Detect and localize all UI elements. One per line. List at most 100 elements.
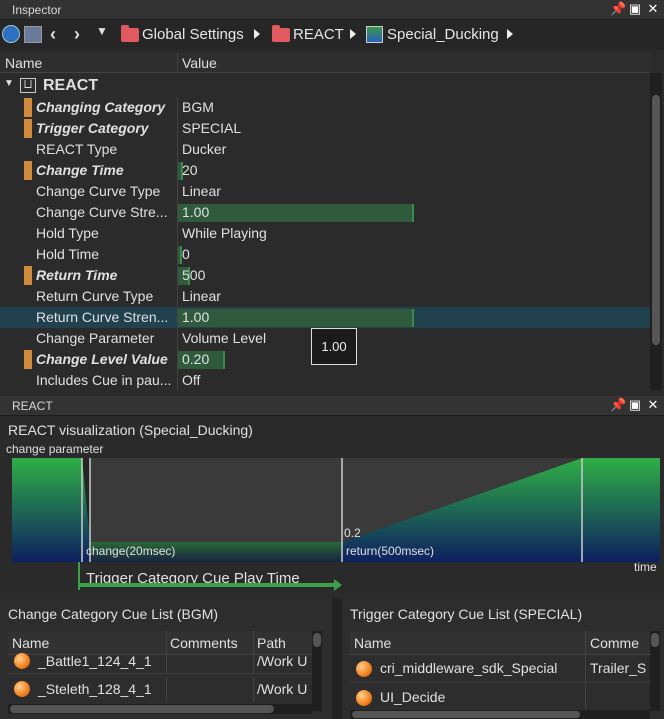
cue-icon: [356, 661, 372, 677]
property-value[interactable]: 500: [182, 267, 205, 283]
property-name: REACT Type: [36, 141, 118, 157]
y-axis-label: change parameter: [6, 442, 104, 456]
property-name: Return Curve Stren...: [36, 309, 169, 325]
value-column-header[interactable]: Value: [182, 55, 217, 71]
inspector-title: Inspector: [12, 3, 62, 17]
property-value[interactable]: Ducker: [182, 141, 226, 157]
breadcrumb-separator-icon[interactable]: [254, 29, 260, 39]
table-row[interactable]: _Steleth_128_4_1 /Work U: [8, 676, 312, 702]
property-name: Change Parameter: [36, 330, 155, 346]
property-value[interactable]: Linear: [182, 183, 221, 199]
modified-marker: [24, 350, 32, 369]
property-name: Return Curve Type: [36, 288, 154, 304]
cue-icon: [14, 653, 30, 669]
react-item-icon: [366, 26, 383, 43]
scrollbar-thumb[interactable]: [652, 95, 660, 345]
change-list-hscrollbar[interactable]: [8, 704, 312, 714]
property-name: Changing Category: [36, 99, 166, 115]
property-name: Change Time: [36, 162, 124, 178]
property-name: Return Time: [36, 267, 118, 283]
inspector-scrollbar[interactable]: [650, 73, 662, 390]
property-grid-header: Name Value: [0, 53, 650, 73]
value-bar[interactable]: [178, 309, 414, 327]
property-name: Hold Time: [36, 246, 100, 262]
back-icon[interactable]: ‹: [50, 24, 56, 45]
property-row[interactable]: Hold Type While Playing: [0, 223, 650, 244]
forward-icon[interactable]: ›: [74, 24, 80, 45]
property-name: Change Curve Stre...: [36, 204, 168, 220]
table-row[interactable]: _Battle1_124_4_1 /Work U: [8, 648, 312, 674]
property-name: Change Level Value: [36, 351, 168, 367]
name-column-header[interactable]: Name: [5, 55, 42, 71]
close-icon[interactable]: ✕: [646, 398, 660, 412]
react-panel-title: REACT: [12, 399, 53, 413]
change-time-label: change(20msec): [86, 544, 176, 558]
property-row[interactable]: Change Time 20: [0, 160, 650, 181]
close-icon[interactable]: ✕: [646, 2, 660, 16]
property-row[interactable]: Trigger Category SPECIAL: [0, 118, 650, 139]
property-row[interactable]: Hold Time 0: [0, 244, 650, 265]
breadcrumb-separator-icon[interactable]: [507, 29, 513, 39]
maximize-icon[interactable]: ▣: [628, 398, 642, 412]
property-row[interactable]: Change Curve Type Linear: [0, 181, 650, 202]
trigger-list-header: Name Comme: [350, 631, 650, 655]
property-value[interactable]: While Playing: [182, 225, 267, 241]
property-value[interactable]: 20: [182, 162, 198, 178]
table-row[interactable]: cri_middleware_sdk_Special Trailer_S: [350, 655, 650, 683]
navigation-bar: ‹ › ▼ Global Settings REACT Special_Duck…: [0, 20, 664, 50]
breadcrumb-react[interactable]: REACT: [293, 26, 344, 43]
change-list-vscrollbar[interactable]: [312, 631, 322, 711]
cue-name: cri_middleware_sdk_Special: [380, 660, 558, 676]
trigger-list-title: Trigger Category Cue List (SPECIAL): [350, 606, 583, 622]
maximize-icon[interactable]: ▣: [628, 2, 642, 16]
pin-icon[interactable]: 📌: [610, 2, 626, 16]
property-row[interactable]: Changing Category BGM: [0, 97, 650, 118]
table-row[interactable]: UI_Decide: [350, 684, 650, 712]
column-header-name[interactable]: Name: [354, 635, 391, 651]
breadcrumb-special-ducking[interactable]: Special_Ducking: [387, 26, 499, 43]
expand-arrow-icon[interactable]: ▼: [4, 78, 14, 89]
save-icon[interactable]: [24, 26, 42, 43]
level-value-label: 0.2: [344, 526, 361, 540]
breadcrumb-global-settings[interactable]: Global Settings: [142, 26, 244, 43]
change-cue-list-panel: Change Category Cue List (BGM) Name Comm…: [0, 598, 332, 719]
property-name: Change Curve Type: [36, 183, 161, 199]
dropdown-icon[interactable]: ▼: [96, 24, 108, 38]
cue-icon: [14, 681, 30, 697]
pre-level-area: [12, 458, 82, 562]
trigger-list-hscrollbar[interactable]: [350, 710, 650, 719]
property-value[interactable]: 0: [182, 246, 190, 262]
property-row[interactable]: Return Curve Stren... 1.00: [0, 307, 650, 328]
duck-region: [90, 458, 342, 542]
property-value[interactable]: 1.00: [182, 204, 209, 220]
property-row[interactable]: Return Curve Type Linear: [0, 286, 650, 307]
list-view-icon[interactable]: [2, 25, 20, 43]
column-header-comments[interactable]: Comme: [590, 635, 639, 651]
property-value[interactable]: BGM: [182, 99, 214, 115]
property-value[interactable]: Linear: [182, 288, 221, 304]
property-name: Hold Type: [36, 225, 99, 241]
property-value[interactable]: SPECIAL: [182, 120, 241, 136]
property-value[interactable]: 1.00: [182, 309, 209, 325]
react-section-row[interactable]: ▼ ⨆ REACT: [0, 75, 650, 97]
modified-marker: [24, 266, 32, 285]
property-name: Trigger Category: [36, 120, 149, 136]
breadcrumb-separator-icon[interactable]: [350, 29, 356, 39]
pin-icon[interactable]: 📌: [610, 398, 626, 412]
property-row[interactable]: REACT Type Ducker: [0, 139, 650, 160]
cue-name: UI_Decide: [380, 689, 446, 705]
property-row[interactable]: Includes Cue in pau... Off: [0, 370, 650, 391]
trigger-list-vscrollbar[interactable]: [650, 631, 660, 711]
property-name: Includes Cue in pau...: [36, 372, 172, 388]
cue-icon: [356, 690, 372, 706]
property-value[interactable]: 0.20: [182, 351, 209, 367]
modified-marker: [24, 119, 32, 138]
property-value[interactable]: Volume Level: [182, 330, 266, 346]
property-row[interactable]: Return Time 500: [0, 265, 650, 286]
property-row[interactable]: Change Curve Stre... 1.00: [0, 202, 650, 223]
property-value[interactable]: Off: [182, 372, 200, 388]
react-section-icon: ⨆: [20, 78, 36, 93]
value-bar[interactable]: [178, 204, 414, 222]
modified-marker: [24, 161, 32, 180]
folder-icon: [121, 25, 139, 42]
